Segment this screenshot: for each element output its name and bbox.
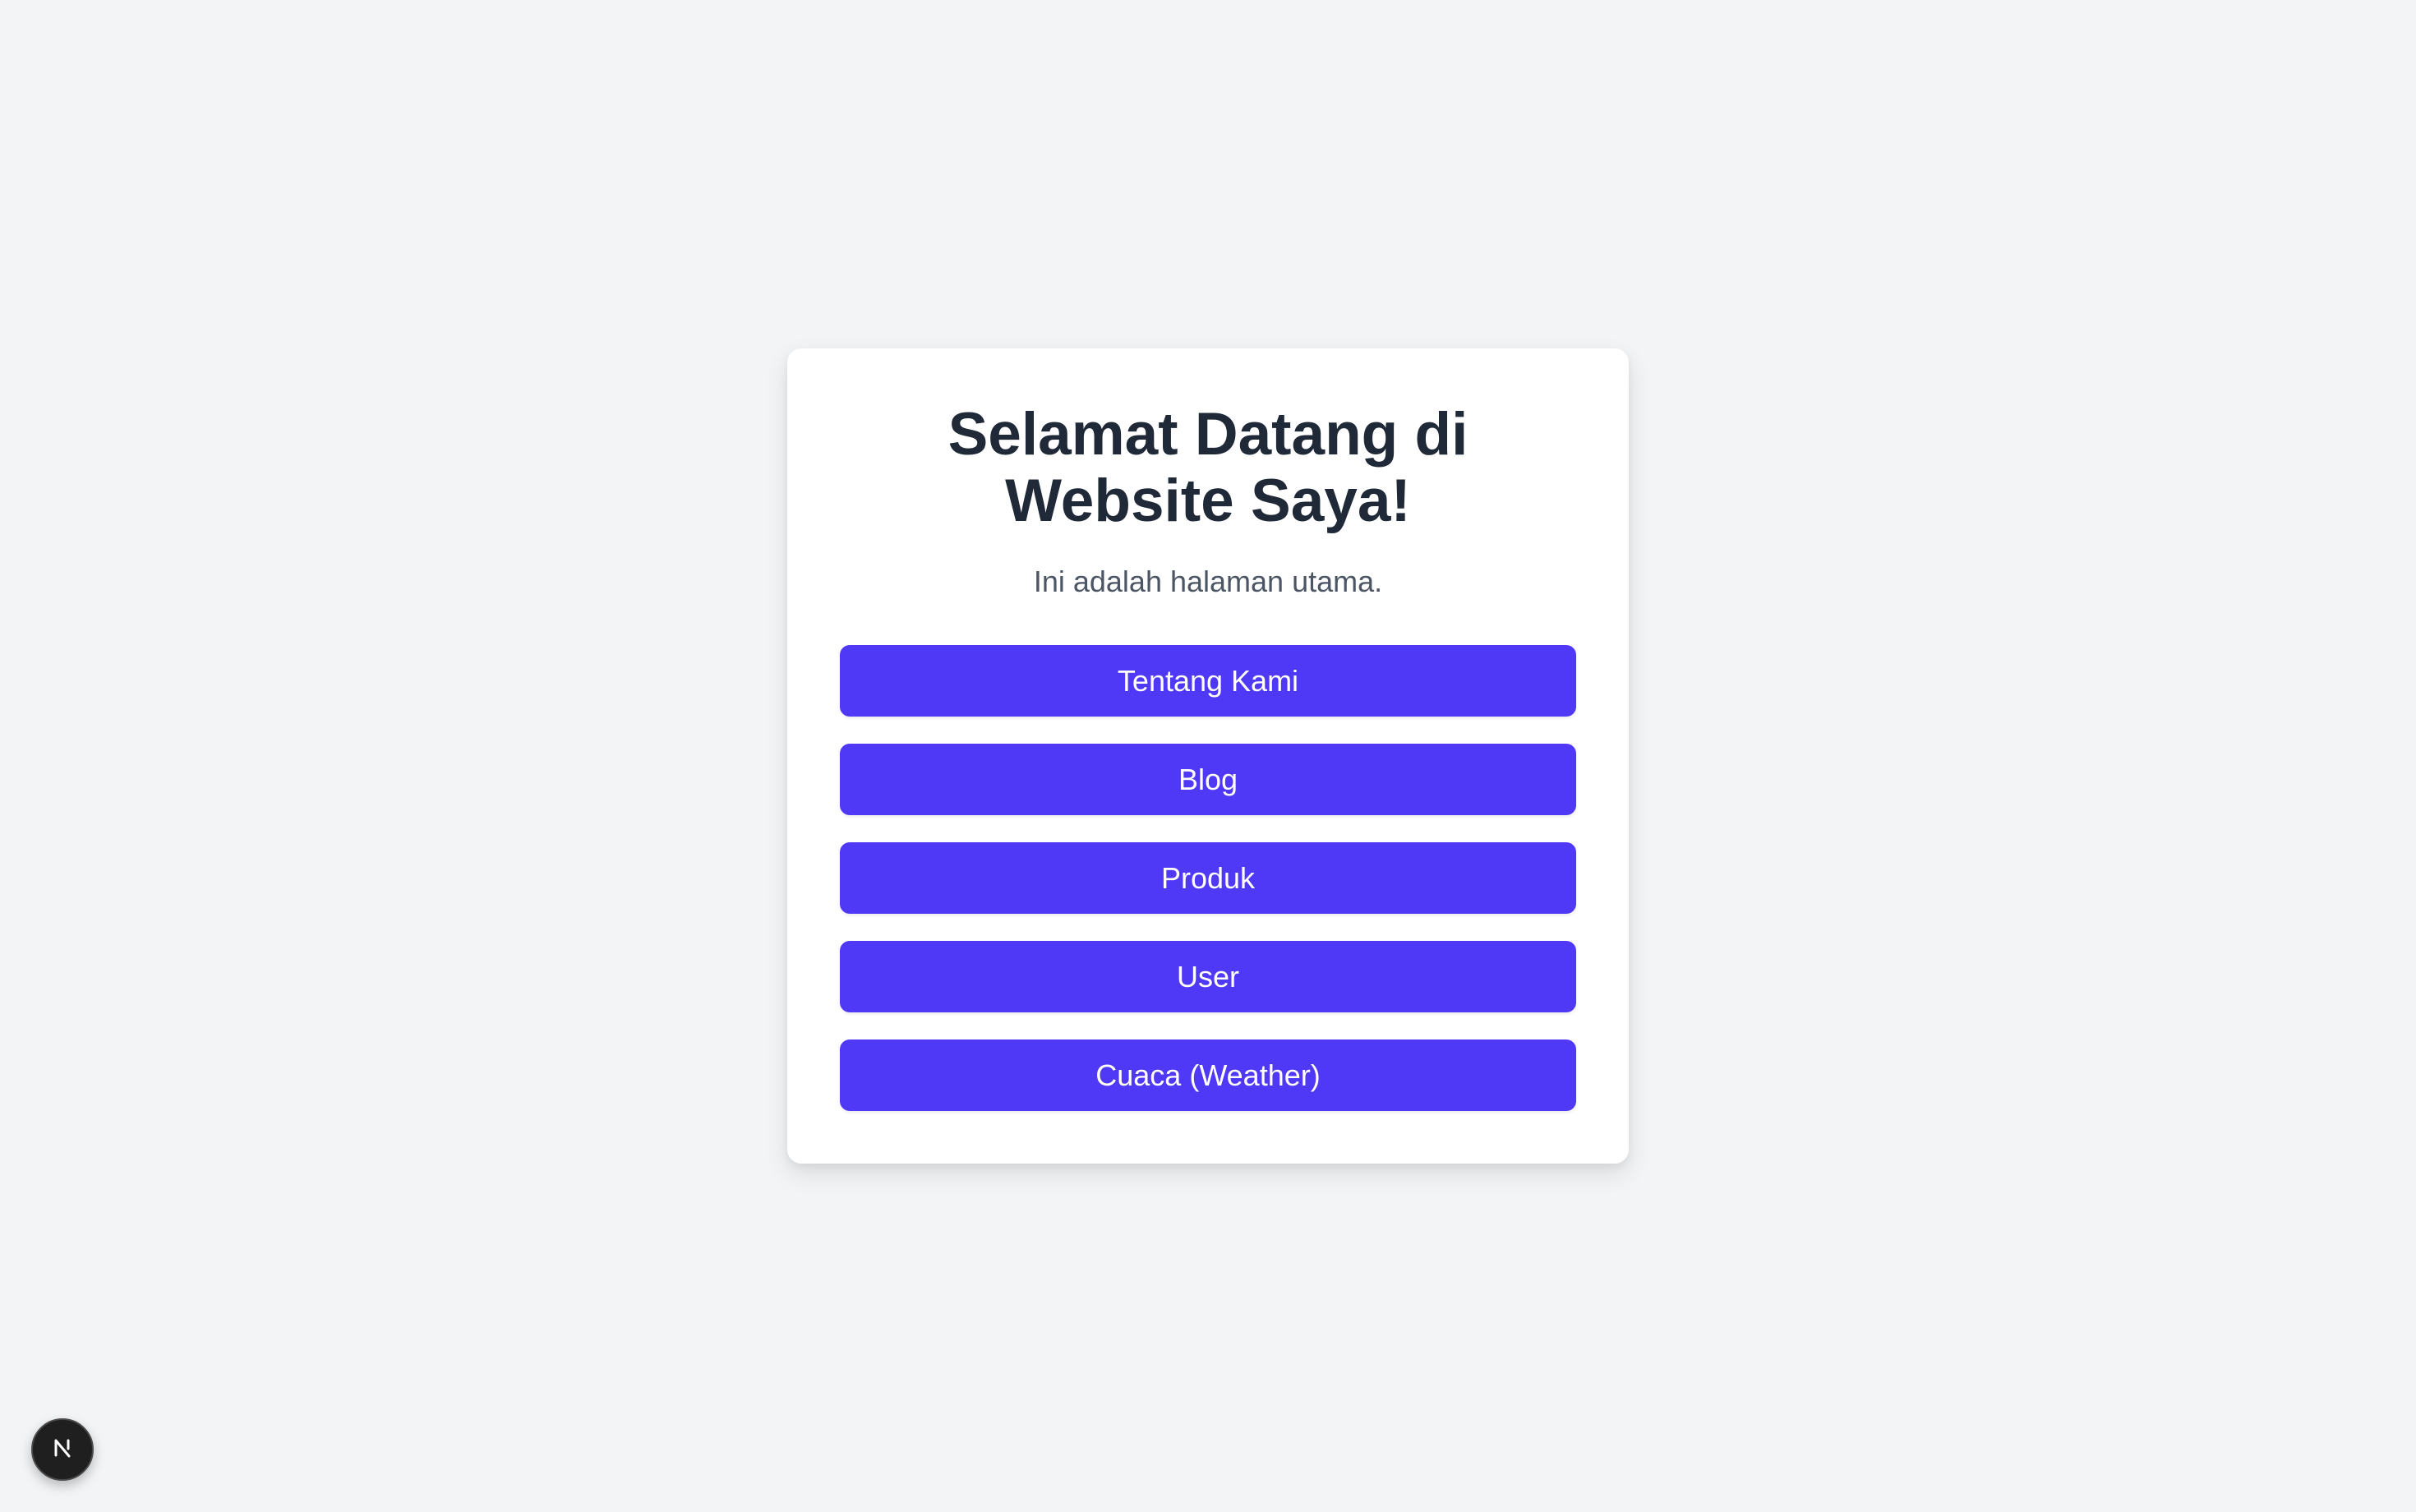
nav-button-list: Tentang Kami Blog Produk User Cuaca (Wea… bbox=[840, 645, 1576, 1111]
nextjs-logo-icon bbox=[48, 1434, 76, 1466]
blog-button[interactable]: Blog bbox=[840, 744, 1576, 815]
welcome-card: Selamat Datang di Website Saya! Ini adal… bbox=[787, 348, 1629, 1164]
weather-button[interactable]: Cuaca (Weather) bbox=[840, 1040, 1576, 1111]
user-button[interactable]: User bbox=[840, 941, 1576, 1012]
page: Selamat Datang di Website Saya! Ini adal… bbox=[0, 0, 2416, 1512]
products-button[interactable]: Produk bbox=[840, 842, 1576, 914]
nextjs-dev-tools-button[interactable] bbox=[31, 1418, 94, 1481]
page-title: Selamat Datang di Website Saya! bbox=[947, 401, 1469, 534]
about-us-button[interactable]: Tentang Kami bbox=[840, 645, 1576, 717]
page-subtitle: Ini adalah halaman utama. bbox=[1033, 565, 1383, 598]
